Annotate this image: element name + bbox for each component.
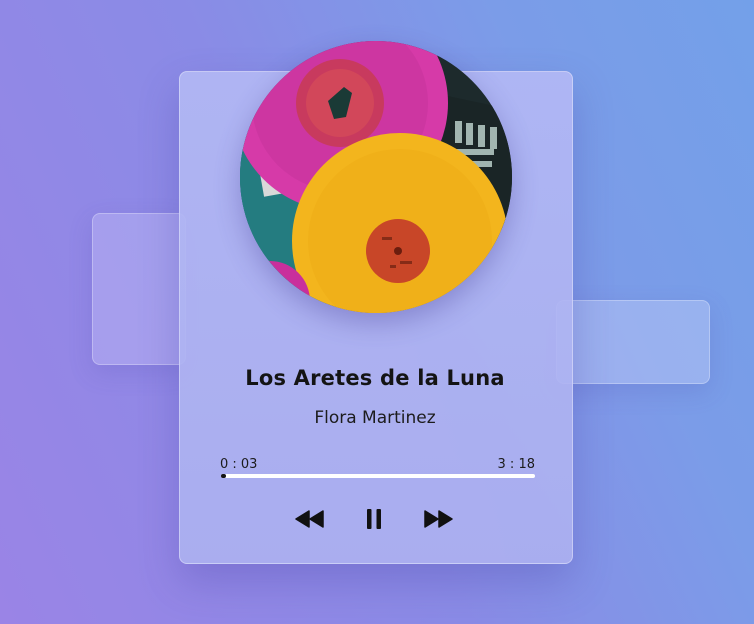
rewind-icon: [295, 510, 324, 528]
album-art: [240, 41, 512, 313]
progress-bar-fill: [221, 474, 227, 478]
pause-icon: [367, 509, 381, 529]
rewind-button[interactable]: [293, 505, 327, 533]
progress-bar[interactable]: [221, 474, 535, 478]
current-time: 0 : 03: [220, 457, 258, 472]
track-title: Los Aretes de la Luna: [245, 366, 505, 390]
total-time: 3 : 18: [497, 457, 535, 472]
pause-button[interactable]: [360, 505, 388, 533]
fast-forward-button[interactable]: [421, 505, 455, 533]
decorative-glass-panel-left: [92, 213, 186, 365]
track-artist: Flora Martinez: [314, 408, 436, 428]
fast-forward-icon: [424, 510, 453, 528]
decorative-glass-panel-right: [556, 300, 710, 384]
